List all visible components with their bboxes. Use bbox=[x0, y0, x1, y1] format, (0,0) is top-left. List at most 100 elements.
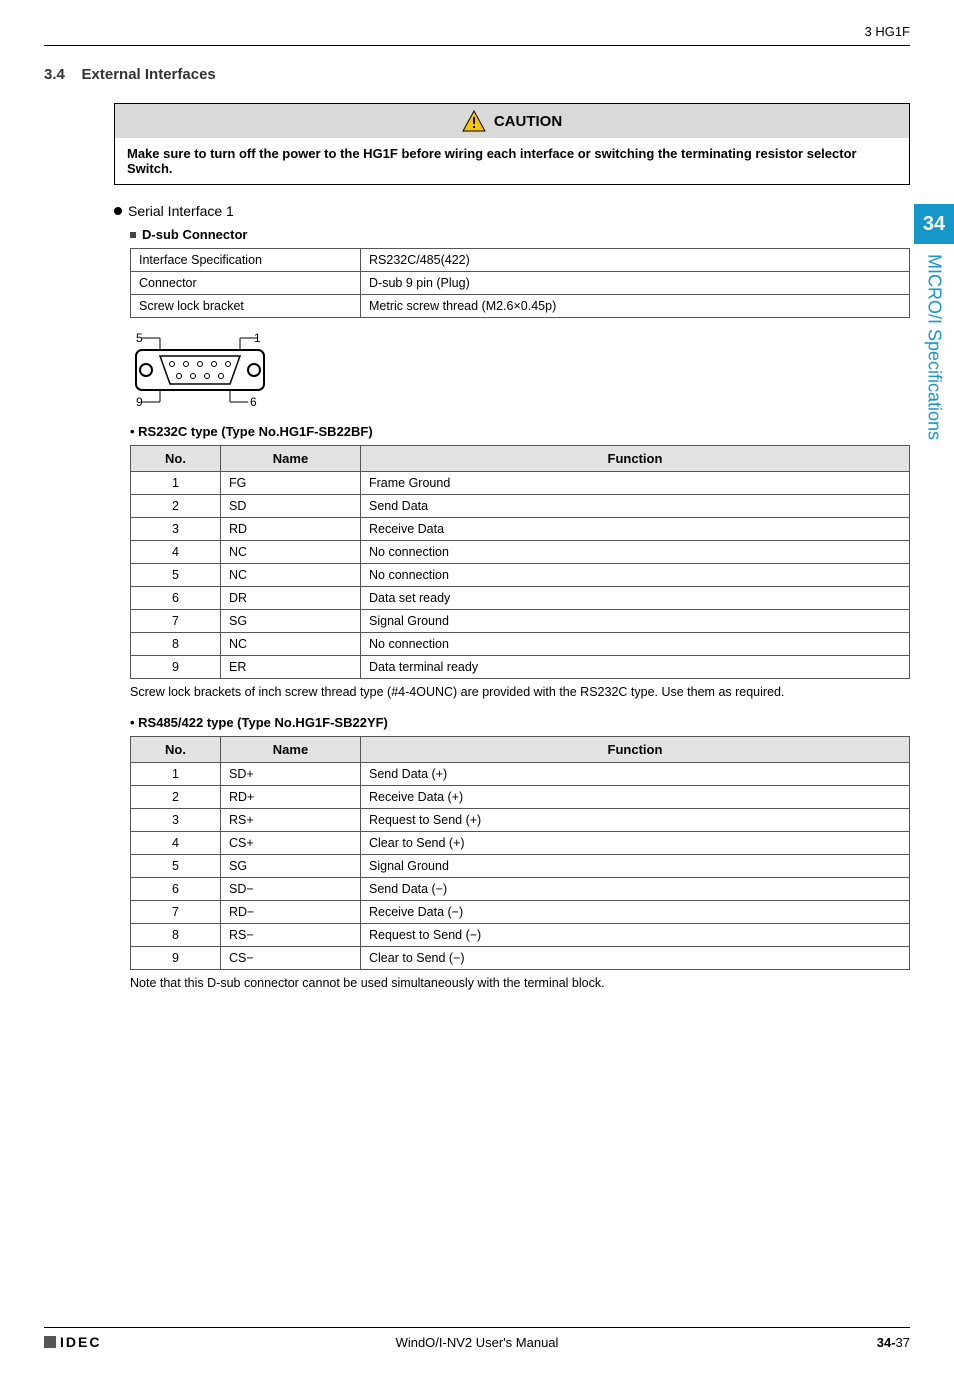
caution-label: CAUTION bbox=[494, 113, 562, 130]
pin-label-6: 6 bbox=[250, 395, 257, 408]
pin-label-5: 5 bbox=[136, 331, 143, 345]
cell-name: RD+ bbox=[221, 786, 361, 809]
page-content: 3.4 External Interfaces CAUTION Make sur… bbox=[44, 66, 910, 990]
table-row: 6DRData set ready bbox=[131, 587, 910, 610]
table-row: Connector D-sub 9 pin (Plug) bbox=[131, 272, 910, 295]
dsub-connector-heading: D-sub Connector bbox=[130, 227, 910, 242]
cell-no: 6 bbox=[131, 878, 221, 901]
table-row: 9CS−Clear to Send (−) bbox=[131, 947, 910, 970]
cell-no: 7 bbox=[131, 901, 221, 924]
table-row: 8NCNo connection bbox=[131, 633, 910, 656]
cell-no: 8 bbox=[131, 924, 221, 947]
table-row: 1FGFrame Ground bbox=[131, 472, 910, 495]
bullet-icon bbox=[114, 207, 122, 215]
table-row: 5SGSignal Ground bbox=[131, 855, 910, 878]
warning-triangle-icon bbox=[462, 110, 486, 132]
cell-function: Signal Ground bbox=[361, 855, 910, 878]
table-row: 3RDReceive Data bbox=[131, 518, 910, 541]
cell-function: Data terminal ready bbox=[361, 656, 910, 679]
cell-name: SG bbox=[221, 610, 361, 633]
table-row: 9ERData terminal ready bbox=[131, 656, 910, 679]
table-row: 4NCNo connection bbox=[131, 541, 910, 564]
cell-function: Clear to Send (+) bbox=[361, 832, 910, 855]
cell-name: SG bbox=[221, 855, 361, 878]
dsub-connector-label: D-sub Connector bbox=[142, 227, 247, 242]
caution-header: CAUTION bbox=[115, 104, 909, 138]
cell-no: 3 bbox=[131, 518, 221, 541]
cell-function: Receive Data (+) bbox=[361, 786, 910, 809]
cell-no: 4 bbox=[131, 832, 221, 855]
cell-name: SD− bbox=[221, 878, 361, 901]
caution-box: CAUTION Make sure to turn off the power … bbox=[114, 103, 910, 185]
rs232c-note: Screw lock brackets of inch screw thread… bbox=[130, 685, 910, 699]
cell-no: 1 bbox=[131, 472, 221, 495]
col-function: Function bbox=[361, 446, 910, 472]
square-bullet-icon bbox=[130, 232, 136, 238]
cell-name: CS− bbox=[221, 947, 361, 970]
cell-function: Receive Data (−) bbox=[361, 901, 910, 924]
spec-key: Connector bbox=[131, 272, 361, 295]
cell-function: Request to Send (−) bbox=[361, 924, 910, 947]
table-row: 8RS−Request to Send (−) bbox=[131, 924, 910, 947]
cell-name: SD bbox=[221, 495, 361, 518]
serial-interface-1-heading: Serial Interface 1 bbox=[114, 203, 910, 219]
section-heading: 3.4 External Interfaces bbox=[44, 66, 910, 83]
cell-function: Request to Send (+) bbox=[361, 809, 910, 832]
table-header-row: No. Name Function bbox=[131, 737, 910, 763]
cell-no: 9 bbox=[131, 656, 221, 679]
chapter-side-label: MICRO/I Specifications bbox=[914, 250, 954, 510]
chapter-tab: 34 bbox=[914, 204, 954, 244]
cell-no: 6 bbox=[131, 587, 221, 610]
rs232c-heading: • RS232C type (Type No.HG1F-SB22BF) bbox=[130, 424, 910, 439]
table-row: 5NCNo connection bbox=[131, 564, 910, 587]
page-header: 3 HG1F bbox=[44, 24, 910, 46]
section-number: 3.4 bbox=[44, 66, 65, 83]
table-header-row: No. Name Function bbox=[131, 446, 910, 472]
table-row: 3RS+Request to Send (+) bbox=[131, 809, 910, 832]
col-name: Name bbox=[221, 446, 361, 472]
table-row: 2SDSend Data bbox=[131, 495, 910, 518]
cell-function: Data set ready bbox=[361, 587, 910, 610]
col-no: No. bbox=[131, 446, 221, 472]
cell-name: SD+ bbox=[221, 763, 361, 786]
col-name: Name bbox=[221, 737, 361, 763]
table-row: Screw lock bracket Metric screw thread (… bbox=[131, 295, 910, 318]
table-row: Interface Specification RS232C/485(422) bbox=[131, 249, 910, 272]
spec-value: D-sub 9 pin (Plug) bbox=[361, 272, 910, 295]
cell-function: Signal Ground bbox=[361, 610, 910, 633]
spec-value: RS232C/485(422) bbox=[361, 249, 910, 272]
cell-no: 2 bbox=[131, 495, 221, 518]
table-row: 2RD+Receive Data (+) bbox=[131, 786, 910, 809]
dsub-connector-diagram: 5 1 9 6 bbox=[130, 330, 910, 408]
header-right-text: 3 HG1F bbox=[864, 24, 910, 39]
cell-function: Frame Ground bbox=[361, 472, 910, 495]
chapter-number: 34 bbox=[923, 213, 945, 236]
cell-no: 4 bbox=[131, 541, 221, 564]
page-footer: IDEC WindO/I-NV2 User's Manual 34-37 bbox=[44, 1327, 910, 1350]
table-row: 1SD+Send Data (+) bbox=[131, 763, 910, 786]
cell-function: No connection bbox=[361, 541, 910, 564]
cell-function: Send Data (+) bbox=[361, 763, 910, 786]
cell-function: Clear to Send (−) bbox=[361, 947, 910, 970]
cell-name: NC bbox=[221, 541, 361, 564]
col-no: No. bbox=[131, 737, 221, 763]
cell-no: 3 bbox=[131, 809, 221, 832]
spec-value: Metric screw thread (M2.6×0.45p) bbox=[361, 295, 910, 318]
cell-no: 1 bbox=[131, 763, 221, 786]
spec-table: Interface Specification RS232C/485(422) … bbox=[130, 248, 910, 318]
cell-no: 5 bbox=[131, 564, 221, 587]
cell-name: ER bbox=[221, 656, 361, 679]
cell-no: 2 bbox=[131, 786, 221, 809]
table-row: 7RD−Receive Data (−) bbox=[131, 901, 910, 924]
table-row: 7SGSignal Ground bbox=[131, 610, 910, 633]
rs485-heading: • RS485/422 type (Type No.HG1F-SB22YF) bbox=[130, 715, 910, 730]
section-title: External Interfaces bbox=[82, 66, 216, 83]
cell-no: 9 bbox=[131, 947, 221, 970]
table-row: 6SD−Send Data (−) bbox=[131, 878, 910, 901]
cell-function: Send Data bbox=[361, 495, 910, 518]
pin-label-9: 9 bbox=[136, 395, 143, 408]
cell-name: RD− bbox=[221, 901, 361, 924]
cell-function: Send Data (−) bbox=[361, 878, 910, 901]
cell-no: 5 bbox=[131, 855, 221, 878]
cell-function: No connection bbox=[361, 633, 910, 656]
